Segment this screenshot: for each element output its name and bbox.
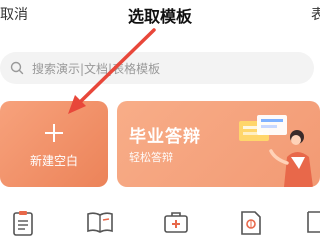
medical-kit-icon[interactable] [163,210,189,234]
presenter-illustration [239,115,313,187]
certificate-icon[interactable] [239,210,263,236]
new-blank-label: 新建空白 [29,154,78,168]
search-icon [10,61,24,75]
page-title: 选取模板 [127,7,192,26]
graduation-defense-card[interactable]: 毕业答辩 轻松答辩 [117,101,320,187]
top-nav-bar: 取消 选取模板 表 [0,0,320,32]
defense-subtitle: 轻松答辩 [129,151,173,164]
clipboard-icon[interactable] [12,210,34,236]
frame-icon[interactable] [306,210,320,234]
defense-title: 毕业答辩 [129,127,201,147]
right-nav-button[interactable]: 表 [311,4,320,24]
search-input[interactable]: 搜索演示|文档|表格模板 [32,60,160,77]
search-bar[interactable]: 搜索演示|文档|表格模板 [0,52,314,84]
category-icon-row [0,204,320,240]
new-blank-card[interactable]: 新建空白 [0,101,108,187]
book-icon[interactable] [86,210,114,234]
plus-icon [45,124,63,142]
